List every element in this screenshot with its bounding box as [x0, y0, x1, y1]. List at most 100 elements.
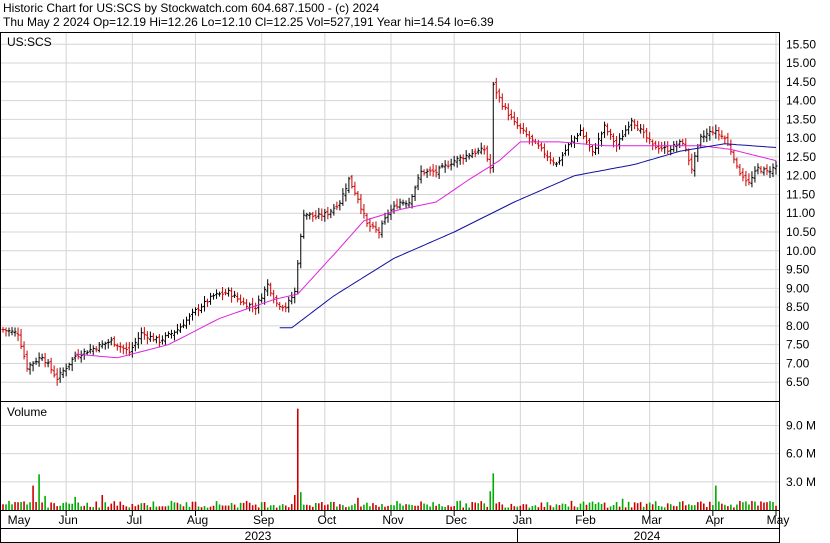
- price-bar: [419, 165, 423, 184]
- price-bar: [735, 157, 739, 169]
- price-bar: [663, 141, 667, 154]
- price-bar: [738, 163, 742, 176]
- price-bar: [85, 350, 89, 356]
- price-bar: [266, 279, 270, 297]
- price-bar: [305, 212, 309, 220]
- price-bar: [554, 161, 558, 167]
- price-bar: [582, 127, 586, 140]
- price-bar: [118, 342, 122, 353]
- price-bar: [187, 313, 191, 325]
- price-bar: [621, 130, 625, 141]
- price-bar: [603, 121, 607, 138]
- month-label: Sep: [253, 513, 275, 527]
- volume-tick-label: 3.0 M: [786, 475, 816, 489]
- price-bar: [124, 342, 128, 355]
- volume-label: Volume: [7, 405, 47, 419]
- price-bar: [714, 124, 718, 139]
- price-bar: [521, 122, 525, 135]
- price-bar: [530, 134, 534, 146]
- volume-tick-label: 9.0 M: [786, 418, 816, 432]
- price-tick-label: 14.00: [786, 94, 816, 108]
- price-bar: [575, 132, 579, 142]
- price-bar: [675, 140, 679, 153]
- stock-chart: US:SCS Volume 6.50 7.00 7.50 8.00 8.50 9.00 9.…: [0, 32, 816, 543]
- price-bar: [230, 287, 234, 303]
- price-bar: [600, 131, 604, 147]
- price-bar: [49, 357, 53, 374]
- price-bar: [657, 141, 661, 154]
- price-bar: [723, 135, 727, 144]
- price-bar: [215, 289, 219, 299]
- price-bar: [70, 357, 74, 372]
- price-bar: [762, 166, 766, 176]
- price-bar: [206, 298, 210, 307]
- price-tick-label: 10.00: [786, 244, 816, 258]
- price-bar: [203, 296, 207, 312]
- price-bar: [335, 201, 339, 211]
- price-bar: [184, 316, 188, 329]
- price-tick-label: 15.00: [786, 56, 816, 70]
- price-bar: [627, 121, 631, 135]
- price-bar: [569, 135, 573, 148]
- price-bar: [61, 367, 65, 379]
- price-tick-label: 9.00: [786, 281, 810, 295]
- month-label: Jan: [513, 513, 532, 527]
- price-bar: [506, 103, 510, 121]
- price-bar: [446, 160, 450, 169]
- price-bar: [422, 169, 426, 176]
- price-bar: [407, 197, 411, 208]
- price-bar: [645, 127, 649, 143]
- price-bar: [368, 218, 372, 232]
- month-label: Apr: [705, 513, 724, 527]
- price-bar: [374, 221, 378, 233]
- price-bar: [181, 319, 185, 329]
- price-bar: [413, 185, 417, 201]
- price-bar: [449, 158, 453, 171]
- price-bar: [693, 152, 697, 177]
- price-bar: [545, 150, 549, 162]
- price-bar: [696, 144, 700, 162]
- price-bar: [759, 166, 763, 174]
- price-bar: [455, 155, 459, 168]
- price-bar: [136, 332, 140, 349]
- price-bar: [52, 365, 56, 378]
- price-tick-label: 10.50: [786, 225, 816, 239]
- price-tick-label: 14.50: [786, 75, 816, 89]
- month-label: Jun: [58, 513, 77, 527]
- price-bar: [55, 368, 59, 386]
- price-bar: [4, 327, 8, 337]
- month-label: May: [8, 513, 31, 527]
- price-bar: [353, 181, 357, 196]
- price-bar: [341, 188, 345, 206]
- price-bar: [639, 124, 643, 134]
- price-bar: [729, 139, 733, 155]
- price-tick-label: 12.00: [786, 169, 816, 183]
- price-bar: [572, 135, 576, 148]
- price-bar: [678, 139, 682, 149]
- price-bar: [482, 145, 486, 155]
- price-bar: [64, 363, 68, 377]
- price-bar: [362, 203, 366, 219]
- price-bar: [145, 331, 149, 345]
- price-bar: [275, 295, 279, 307]
- price-bar: [518, 123, 522, 134]
- price-bar: [606, 123, 610, 136]
- price-bar: [702, 130, 706, 143]
- price-bar: [750, 171, 754, 188]
- price-bar: [563, 144, 567, 156]
- price-bar: [332, 203, 336, 216]
- volume-grid: [1, 424, 779, 483]
- price-grid: [1, 33, 779, 510]
- price-bar: [221, 286, 225, 301]
- price-bar: [765, 164, 769, 175]
- price-bar: [13, 327, 17, 337]
- price-bar: [443, 160, 447, 173]
- price-bar: [458, 154, 462, 165]
- price-bar: [359, 194, 363, 215]
- price-tick-label: 7.00: [786, 356, 810, 370]
- price-bar: [476, 147, 480, 155]
- price-bar: [705, 128, 709, 143]
- price-bar: [16, 327, 20, 342]
- price-bar: [121, 344, 125, 355]
- price-tick-label: 7.50: [786, 338, 810, 352]
